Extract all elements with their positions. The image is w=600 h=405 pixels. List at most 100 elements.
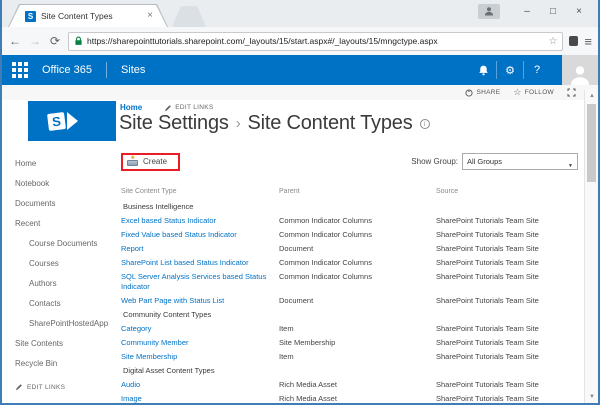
sidebar-item-authors[interactable]: Authors (15, 274, 117, 294)
column-header-site-content-type: Site Content Type (121, 188, 177, 195)
sidebar-item-documents[interactable]: Documents (15, 194, 117, 214)
sidebar-item-contacts[interactable]: Contacts (15, 294, 117, 314)
sidebar-item-courses[interactable]: Courses (15, 254, 117, 274)
parent-value: Common Indicator Columns (279, 258, 372, 267)
breadcrumb: Home EDIT LINKS (120, 103, 214, 112)
share-button[interactable]: SHARE (465, 88, 500, 97)
sharepoint-logo-arrow-icon (67, 112, 78, 130)
sidebar-item-notebook[interactable]: Notebook (15, 174, 117, 194)
maximize-button[interactable]: □ (540, 2, 566, 20)
source-value: SharePoint Tutorials Team Site (436, 324, 539, 333)
minimize-button[interactable]: – (514, 2, 540, 20)
source-value: SharePoint Tutorials Team Site (436, 296, 539, 305)
table-row: Category Item SharePoint Tutorials Team Si… (121, 322, 578, 336)
scroll-up-icon[interactable]: ▲ (585, 90, 598, 102)
parent-value: Document (279, 296, 314, 305)
content-type-link-sharepoint-list-based-status-indicator[interactable]: SharePoint List based Status Indicator (121, 256, 279, 270)
browser-titlebar: S Site Content Types × – □ × (2, 0, 598, 27)
content-type-link-category[interactable]: Category (121, 322, 279, 336)
content-type-link-sql-server-analysis-services-based-status-indicator[interactable]: SQL Server Analysis Services based Statu… (121, 270, 279, 294)
column-header-source: Source (436, 188, 459, 195)
content-type-link-site-membership[interactable]: Site Membership (121, 350, 279, 364)
app-launcher-icon[interactable] (12, 62, 28, 78)
group-header-community-content-types: Community Content Types (123, 310, 212, 319)
content-type-link-excel-based-status-indicator[interactable]: Excel based Status Indicator (121, 214, 279, 228)
back-icon[interactable]: ← (8, 34, 22, 48)
new-tab-button[interactable] (172, 6, 206, 27)
table-row: Image Rich Media Asset SharePoint Tutorial… (121, 392, 578, 403)
source-value: SharePoint Tutorials Team Site (436, 230, 539, 239)
sidebar-item-recycle-bin[interactable]: Recycle Bin (15, 354, 117, 374)
focus-mode-button[interactable] (567, 88, 576, 97)
show-group-value: All Groups (467, 157, 503, 166)
table-row: Report Document SharePoint Tutorials Team … (121, 242, 578, 256)
scrollbar-thumb[interactable] (587, 104, 596, 182)
sidebar-item-course-documents[interactable]: Course Documents (15, 234, 117, 254)
notifications-bell-icon[interactable] (470, 61, 496, 79)
help-icon[interactable]: ? (524, 61, 550, 79)
table-row: Site Membership Item SharePoint Tutorials … (121, 350, 578, 364)
settings-gear-icon[interactable]: ⚙ (497, 61, 523, 79)
create-button-label: Create (143, 157, 168, 166)
pencil-icon (165, 104, 172, 111)
content-type-link-web-part-page-with-status-list[interactable]: Web Part Page with Status List (121, 294, 279, 308)
source-value: SharePoint Tutorials Team Site (436, 352, 539, 361)
sharepoint-logo[interactable]: S (28, 101, 116, 141)
close-button[interactable]: × (566, 2, 592, 20)
sidebar-item-site-contents[interactable]: Site Contents (15, 334, 117, 354)
sidebar-item-recent[interactable]: Recent (15, 214, 117, 234)
title-site-settings[interactable]: Site Settings (119, 112, 229, 135)
padlock-icon (75, 36, 82, 45)
parent-value: Item (279, 324, 294, 333)
sites-link[interactable]: Sites (121, 64, 145, 76)
url-text: https://sharepointtutorials.sharepoint.c… (87, 36, 438, 46)
parent-value: Rich Media Asset (279, 380, 337, 389)
sidebar-item-sharepointhostedapp[interactable]: SharePointHostedApp (15, 314, 117, 334)
person-icon (485, 7, 493, 16)
content-type-link-audio[interactable]: Audio (121, 378, 279, 392)
table-row: Community Member Site Membership SharePoin… (121, 336, 578, 350)
create-icon: * (127, 154, 139, 166)
office365-brand[interactable]: Office 365 (42, 64, 92, 76)
content-type-link-report[interactable]: Report (121, 242, 279, 256)
show-group-select[interactable]: All Groups ▼ (462, 153, 578, 170)
vertical-scrollbar[interactable]: ▲ ▼ (584, 90, 598, 403)
user-avatar[interactable] (562, 55, 598, 85)
extension-icon[interactable] (569, 36, 579, 46)
browser-toolbar: ← → ⟳ https://sharepointtutorials.sharep… (2, 27, 598, 55)
group-header-business-intelligence: Business Intelligence (123, 202, 194, 211)
create-button-highlight[interactable]: * Create (121, 153, 181, 171)
table-row: Fixed Value based Status Indicator Common… (121, 228, 578, 242)
follow-button[interactable]: ☆ FOLLOW (513, 87, 554, 98)
source-value: SharePoint Tutorials Team Site (436, 394, 539, 403)
office365-suitebar: Office 365 Sites ⚙ ? (2, 55, 598, 85)
parent-value: Rich Media Asset (279, 394, 337, 403)
focus-icon (567, 88, 576, 97)
info-icon[interactable]: i (419, 118, 430, 129)
browser-tab[interactable]: S Site Content Types × (8, 4, 168, 27)
dropdown-arrow-icon: ▼ (568, 163, 573, 169)
tab-close-icon[interactable]: × (147, 11, 153, 21)
edit-links-sidebar[interactable]: EDIT LINKS (15, 383, 117, 391)
content-type-link-fixed-value-based-status-indicator[interactable]: Fixed Value based Status Indicator (121, 228, 279, 242)
bookmark-star-icon[interactable]: ☆ (548, 36, 557, 47)
table-row: Audio Rich Media Asset SharePoint Tutorial… (121, 378, 578, 392)
reload-icon[interactable]: ⟳ (48, 34, 62, 48)
forward-icon[interactable]: → (28, 34, 42, 48)
scroll-down-icon[interactable]: ▼ (585, 391, 598, 403)
content-type-link-community-member[interactable]: Community Member (121, 336, 279, 350)
content-types-table: Site Content Type Parent Source Business… (121, 183, 578, 403)
browser-menu-icon[interactable]: ≡ (584, 34, 592, 49)
group-header-digital-asset-content-types: Digital Asset Content Types (123, 366, 215, 375)
pencil-icon (15, 384, 22, 391)
browser-profile-button[interactable] (478, 3, 500, 19)
content-type-link-image[interactable]: Image (121, 392, 279, 403)
parent-value: Common Indicator Columns (279, 230, 372, 239)
sidebar-item-home[interactable]: Home (15, 154, 117, 174)
table-row: Web Part Page with Status List Document Sh… (121, 294, 578, 308)
show-group-label: Show Group: (411, 157, 458, 166)
breadcrumb-home-link[interactable]: Home (120, 103, 142, 112)
edit-links-top[interactable]: EDIT LINKS (164, 104, 213, 112)
share-icon (465, 88, 474, 97)
address-bar[interactable]: https://sharepointtutorials.sharepoint.c… (68, 31, 564, 51)
